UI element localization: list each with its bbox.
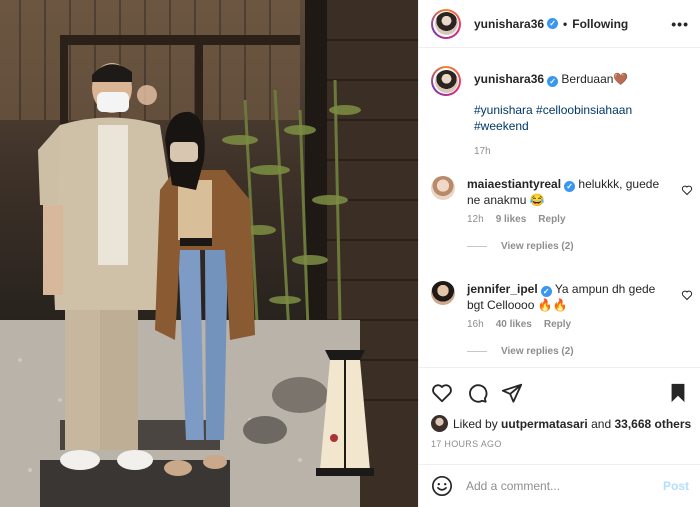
comment-avatar[interactable]	[431, 281, 455, 305]
view-replies-button[interactable]: View replies (2)	[467, 241, 693, 252]
caption-hashtags[interactable]: #yunishara #celloobinsiahaan #weekend	[474, 102, 691, 134]
comment-time: 12h	[467, 214, 484, 225]
post-photo[interactable]	[0, 0, 418, 507]
comment-body: jennifer_ipel ✓ Ya ampun dh gede bgt Cell…	[467, 281, 667, 313]
hashtags-line-2[interactable]: #weekend	[474, 118, 691, 134]
caption-avatar[interactable]	[431, 66, 461, 96]
caption: yunishara36 ✓ Berduaan🤎 #yunishara #cello…	[431, 66, 691, 157]
comment-body: maiaestiantyreal ✓ helukkk, guede ne anak…	[467, 176, 667, 208]
liker-avatar[interactable]	[431, 415, 448, 432]
caption-text-block: yunishara36 ✓ Berduaan🤎	[474, 66, 628, 96]
post-header: yunishara36 ✓ • Following •••	[419, 0, 700, 48]
comment-likes[interactable]: 40 likes	[496, 319, 532, 330]
comment-avatar[interactable]	[431, 176, 455, 200]
caption-username[interactable]: yunishara36	[474, 72, 544, 86]
photo-illustration	[0, 0, 418, 507]
hashtags-line-1[interactable]: #yunishara #celloobinsiahaan	[474, 102, 691, 118]
like-comment-heart-icon[interactable]	[681, 289, 693, 301]
likes-summary: Liked by uutpermatasari and 33,668 other…	[431, 415, 691, 432]
liked-by-label: Liked by	[453, 416, 498, 431]
liker-username[interactable]: uutpermatasari	[501, 417, 588, 431]
view-replies-label: View replies (2)	[501, 346, 574, 357]
emoji-smiley-icon[interactable]	[431, 475, 453, 497]
add-comment-bar: Post	[419, 464, 700, 507]
comment-item: jennifer_ipel ✓ Ya ampun dh gede bgt Cell…	[431, 281, 693, 357]
verified-badge-icon: ✓	[540, 286, 552, 297]
post-timestamp[interactable]: 17 HOURS AGO	[431, 439, 502, 449]
save-bookmark-icon[interactable]	[667, 382, 689, 404]
replies-divider	[467, 246, 487, 247]
comment-likes[interactable]: 9 likes	[496, 214, 527, 225]
author-avatar[interactable]	[431, 8, 461, 39]
comment-time: 16h	[467, 319, 484, 330]
comment-item: maiaestiantyreal ✓ helukkk, guede ne anak…	[431, 176, 693, 252]
add-comment-input[interactable]	[466, 479, 656, 493]
following-button[interactable]: Following	[572, 17, 628, 31]
comment-username[interactable]: maiaestiantyreal	[467, 177, 561, 191]
caption-text: Berduaan🤎	[561, 72, 629, 86]
verified-badge-icon: ✓	[564, 181, 576, 192]
share-paper-plane-icon[interactable]	[501, 382, 523, 404]
comment-meta: 16h 40 likes Reply	[467, 319, 693, 330]
replies-divider	[467, 351, 487, 352]
post-details-panel: yunishara36 ✓ • Following ••• yunishara3…	[418, 0, 700, 507]
author-username[interactable]: yunishara36	[474, 17, 544, 31]
comment-meta: 12h 9 likes Reply	[467, 214, 693, 225]
verified-badge-icon: ✓	[547, 76, 559, 87]
comment-reply-button[interactable]: Reply	[544, 319, 571, 330]
post-comment-button[interactable]: Post	[663, 479, 689, 493]
view-replies-label: View replies (2)	[501, 241, 574, 252]
verified-badge-icon: ✓	[547, 18, 559, 29]
header-separator: •	[563, 16, 568, 31]
like-heart-icon[interactable]	[431, 382, 453, 404]
like-comment-heart-icon[interactable]	[681, 184, 693, 196]
comment-reply-button[interactable]: Reply	[538, 214, 565, 225]
comment-bubble-icon[interactable]	[466, 382, 488, 404]
action-bar	[419, 367, 700, 415]
likes-others-count[interactable]: 33,668 others	[614, 417, 691, 431]
caption-time: 17h	[474, 146, 491, 157]
comment-username[interactable]: jennifer_ipel	[467, 282, 538, 296]
view-replies-button[interactable]: View replies (2)	[467, 346, 693, 357]
more-options-icon[interactable]: •••	[671, 16, 689, 32]
likes-and-label: and	[591, 416, 612, 431]
